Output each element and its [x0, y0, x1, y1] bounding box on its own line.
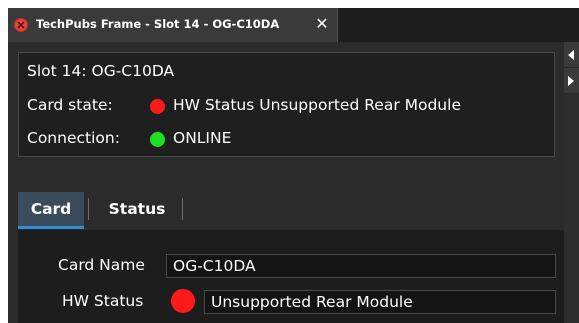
- arrow-right-icon[interactable]: [564, 68, 579, 94]
- tab-status[interactable]: Status: [92, 192, 182, 226]
- card-state-red-indicator-icon: [150, 99, 165, 114]
- document-tab-strip: TechPubs Frame - Slot 14 - OG-C10DA ✕: [8, 8, 579, 42]
- card-info-panel: Slot 14: OG-C10DA Card state: HW Status …: [18, 52, 555, 157]
- card-name-field[interactable]: OG-C10DA: [166, 254, 556, 278]
- close-circle-icon[interactable]: [14, 18, 28, 32]
- tab-card[interactable]: Card: [18, 192, 84, 229]
- document-tab[interactable]: TechPubs Frame - Slot 14 - OG-C10DA ✕: [8, 8, 338, 42]
- tab-divider: [88, 198, 89, 220]
- side-scroll-strip: [564, 42, 579, 323]
- card-name-label: Card Name: [58, 256, 145, 274]
- tab-divider: [182, 198, 183, 220]
- connection-value: ONLINE: [173, 129, 232, 147]
- card-config-section: Card Status Card Name OG-C10DA HW Status…: [8, 180, 564, 323]
- document-tab-title: TechPubs Frame - Slot 14 - OG-C10DA: [36, 17, 280, 31]
- hw-status-field: Unsupported Rear Module: [204, 290, 556, 314]
- close-tab-icon[interactable]: ✕: [314, 15, 330, 33]
- slot-title: Slot 14: OG-C10DA: [27, 62, 175, 80]
- arrow-left-icon[interactable]: [564, 42, 579, 68]
- connection-label: Connection:: [27, 129, 120, 147]
- hw-status-red-indicator-icon: [171, 289, 195, 313]
- tab-bar: Card Status: [8, 192, 564, 229]
- card-frame-window: TechPubs Frame - Slot 14 - OG-C10DA ✕ Sl…: [8, 8, 579, 323]
- card-state-label: Card state:: [27, 96, 113, 114]
- card-state-value: HW Status Unsupported Rear Module: [173, 96, 461, 114]
- card-tab-content: Card Name OG-C10DA HW Status Unsupported…: [18, 230, 564, 323]
- hw-status-label: HW Status: [62, 292, 144, 310]
- connection-green-indicator-icon: [150, 132, 165, 147]
